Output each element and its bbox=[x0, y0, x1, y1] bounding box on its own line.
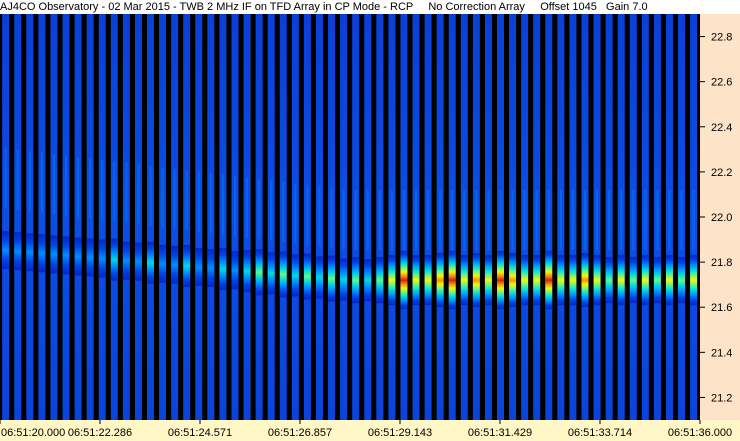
sweep-column bbox=[376, 14, 384, 420]
sweep-column bbox=[315, 14, 323, 420]
sweep-column bbox=[183, 14, 191, 420]
sweep-column bbox=[86, 14, 94, 420]
sweep-column bbox=[74, 14, 82, 420]
sweep-column bbox=[171, 14, 179, 420]
sweep-column bbox=[62, 14, 70, 420]
y-tick-label: 21.8 bbox=[711, 257, 732, 269]
sweep-column bbox=[207, 14, 215, 420]
sweep-column bbox=[98, 14, 106, 420]
x-tick-label: 06:51:29.143 bbox=[368, 427, 432, 439]
sweep-column bbox=[26, 14, 34, 420]
sweep-column bbox=[340, 14, 348, 420]
sweep-column bbox=[472, 14, 480, 420]
sweep-column bbox=[436, 14, 444, 420]
sweep-column bbox=[593, 14, 601, 420]
sweep-column bbox=[195, 14, 203, 420]
sweep-column bbox=[159, 14, 167, 420]
sweep-column bbox=[557, 14, 565, 420]
x-tick-label: 06:51:31.429 bbox=[468, 427, 532, 439]
gain-label: Gain 7.0 bbox=[606, 1, 648, 13]
chart-title-bar: AJ4CO Observatory - 02 Mar 2015 - TWB 2 … bbox=[0, 0, 740, 14]
sweep-column bbox=[424, 14, 432, 420]
y-tick-label: 21.4 bbox=[711, 347, 732, 359]
sweep-column bbox=[303, 14, 311, 420]
observation-description: TWB 2 MHz IF on TFD Array in CP Mode - R… bbox=[179, 1, 414, 13]
sweep-column bbox=[328, 14, 336, 420]
frequency-axis-svg: 21.2 21.4 21.6 21.8 22.0 22.2 22.4 22.6 22.8 bbox=[700, 32, 732, 404]
sweep-column bbox=[509, 14, 517, 420]
sweep-column bbox=[533, 14, 541, 420]
sweep-column bbox=[291, 14, 299, 420]
y-tick-label: 21.6 bbox=[711, 302, 732, 314]
sweep-column bbox=[400, 14, 408, 420]
sweep-column bbox=[678, 14, 686, 420]
sweep-column bbox=[134, 14, 142, 420]
sweep-column bbox=[147, 14, 154, 420]
x-tick-label: 06:51:36.000 bbox=[668, 427, 732, 439]
spectrogram-svg bbox=[0, 14, 700, 420]
sweep-column bbox=[2, 14, 10, 420]
sweep-column bbox=[219, 14, 227, 420]
sweep-column bbox=[484, 14, 492, 420]
x-tick-label: 06:51:33.714 bbox=[568, 427, 632, 439]
sweep-column bbox=[231, 14, 239, 420]
correction-label: No Correction Array bbox=[428, 1, 525, 13]
y-tick-label: 22.8 bbox=[711, 32, 732, 44]
y-tick-label: 22.6 bbox=[711, 77, 732, 89]
sweep-column bbox=[255, 14, 263, 420]
y-tick-label: 22.0 bbox=[711, 212, 732, 224]
sweep-column bbox=[545, 14, 553, 420]
sweep-column bbox=[521, 14, 529, 420]
sweep-column bbox=[243, 14, 251, 420]
sweep-column bbox=[267, 14, 275, 420]
sweep-column bbox=[497, 14, 504, 420]
sweep-column bbox=[629, 14, 637, 420]
x-tick-label: 06:51:24.571 bbox=[168, 427, 232, 439]
x-tick-label: 06:51:22.286 bbox=[68, 427, 132, 439]
y-tick-label: 21.2 bbox=[711, 392, 732, 404]
time-axis-svg: 06:51:20.000 06:51:22.286 06:51:24.571 06:5… bbox=[0, 420, 732, 439]
sweep-column bbox=[14, 14, 22, 420]
y-tick-label: 22.4 bbox=[711, 122, 732, 134]
sweep-column bbox=[364, 14, 372, 420]
sweep-column bbox=[352, 14, 360, 420]
sweep-column bbox=[641, 14, 649, 420]
sweep-column bbox=[38, 14, 46, 420]
sweep-column bbox=[653, 14, 661, 420]
sweep-column bbox=[279, 14, 287, 420]
offset-label: Offset 1045 bbox=[540, 1, 597, 13]
sweep-column bbox=[412, 14, 420, 420]
x-tick-label: 06:51:26.857 bbox=[268, 427, 332, 439]
sweep-column bbox=[110, 14, 118, 420]
observatory-name: AJ4CO Observatory bbox=[0, 1, 99, 13]
sweep-column bbox=[448, 14, 456, 420]
observation-date: 02 Mar 2015 bbox=[108, 1, 170, 13]
sweep-column bbox=[569, 14, 577, 420]
x-tick-label: 06:51:20.000 bbox=[1, 427, 65, 439]
sweep-column bbox=[388, 14, 396, 420]
sweep-column bbox=[460, 14, 468, 420]
time-axis: 06:51:20.000 06:51:22.286 06:51:24.571 06:5… bbox=[0, 420, 740, 441]
sweep-column bbox=[690, 14, 698, 420]
sweep-column bbox=[50, 14, 58, 420]
y-tick-label: 22.2 bbox=[711, 167, 732, 179]
sweep-column bbox=[665, 14, 673, 420]
sweep-column bbox=[581, 14, 589, 420]
sweep-column bbox=[605, 14, 613, 420]
sweep-column bbox=[617, 14, 625, 420]
sweep-column bbox=[122, 14, 130, 420]
spectrogram-plot bbox=[0, 14, 700, 420]
frequency-axis: 21.2 21.4 21.6 21.8 22.0 22.2 22.4 22.6 22.8 bbox=[700, 14, 740, 420]
